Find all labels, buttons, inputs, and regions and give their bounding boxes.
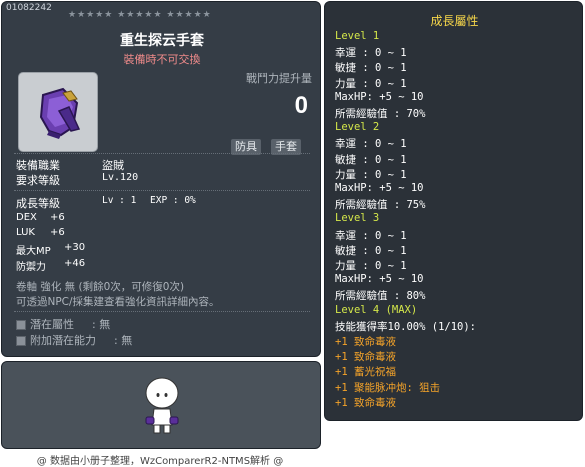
growth-stat-line: 所需經驗值 : 75% [335,199,426,212]
growth-stat-line: 技能獲得率10.00% (1/10): [335,320,477,333]
combat-power-label: 戰鬥力提升量 [246,72,312,85]
growth-level-label: 成長等級 [16,197,60,210]
additional-potential-indicator-icon [16,336,26,346]
required-job-label: 裝備職業 [16,159,60,172]
divider [14,311,310,312]
growth-skill-line: +1 蓄光祝福 [335,366,396,379]
growth-level-heading: Level 3 [335,212,380,225]
growth-skill-line: +1 致命毒液 [335,336,396,348]
character-figure-icon [145,377,179,434]
growth-stat-line: 敏捷 : 0 ~ 1 [335,244,407,257]
item-icon-frame [18,72,98,152]
stat-value: +6 [50,212,65,223]
required-level-value: Lv.120 [102,172,139,183]
growth-level-exp: EXP : 0% [150,195,196,206]
purple-glove-icon [39,87,81,139]
required-level-row: 要求等級 Lv.120 [16,172,138,188]
growth-skill-line: +1 聚能脉冲炮: 狙击 [335,381,441,394]
growth-stat-line: 所需經驗值 : 70% [335,108,426,120]
growth-stat-line: 幸運 : 0 ~ 1 [335,47,407,60]
stat-row-luk: LUK +6 [16,227,65,238]
growth-stat-line: 力量 : 0 ~ 1 [335,77,407,90]
combat-power-value: 0 [294,92,308,119]
growth-level-heading: Level 2 [335,121,380,134]
stat-name: 防禦力 [16,262,46,273]
growth-attributes-panel: 成長屬性 Level 1 幸運 : 0 ~ 1 敏捷 : 0 ~ 1 力量 : 0 ~… [324,1,583,421]
required-job-value: 盜賊 [102,159,124,172]
growth-stat-line: MaxHP: +5 ~ 10 [335,182,424,194]
potential-label: 潛在屬性 [30,318,74,331]
required-job-row: 裝備職業 盜賊 [16,157,124,173]
stat-value: +6 [50,227,65,238]
required-level-label: 要求等級 [16,174,60,187]
additional-potential-row: 附加潛在能力 : 無 [16,332,132,348]
growth-skill-line: +1 致命毒液 [335,351,396,364]
potential-row: 潛在屬性 : 無 [16,316,110,332]
growth-stat-line: MaxHP: +5 ~ 10 [335,90,424,103]
trade-restriction: 裝備時不可交換 [123,53,201,66]
divider [14,190,310,191]
stat-row-dex: DEX +6 [16,212,65,223]
growth-level-heading: Level 4 (MAX) [335,303,418,316]
growth-stat-line: 力量 : 0 ~ 1 [335,260,407,272]
stat-name: DEX [16,212,37,223]
potential-indicator-icon [16,320,26,330]
stat-row-max-mp: 最大MP +30 [16,242,85,257]
stat-name: 最大MP [16,246,51,257]
stat-row-defense: 防禦力 +46 [16,258,85,273]
stat-value: +46 [64,258,86,269]
growth-level-lv: Lv : 1 [102,195,137,206]
footer-credit: @ 数据由小册子整理，WzComparerR2-NTMS解析 @ [36,456,284,467]
growth-stat-line: 敏捷 : 0 ~ 1 [335,153,407,166]
growth-skill-line: +1 致命毒液 [335,396,396,409]
growth-level-heading: Level 1 [335,30,380,42]
item-id: 01082242 [6,3,52,13]
divider [14,153,310,154]
star-force-stars: ★★★★★ ★★★★★ ★★★★★ [68,10,212,20]
growth-stat-line: 力量 : 0 ~ 1 [335,168,407,181]
stat-name: LUK [16,227,35,238]
item-name: 重生探云手套 [120,33,204,49]
additional-potential-value: : 無 [114,334,133,347]
additional-potential-label: 附加潛在能力 [30,334,96,347]
growth-stat-line: MaxHP: +5 ~ 10 [335,273,424,286]
growth-panel-title: 成長屬性 [430,14,479,28]
enhance-hint: 可透過NPC/採集建查看強化資訊詳細內容。 [16,296,220,308]
growth-stat-line: 所需經驗值 : 80% [335,290,426,303]
growth-level-row: 成長等級 Lv : 1 EXP : 0% [16,195,196,211]
potential-value: : 無 [92,318,111,331]
growth-stat-line: 幸運 : 0 ~ 1 [335,138,407,151]
enhance-info: 卷軸 強化 無 (剩餘0次，可修復0次) [16,281,185,293]
item-tooltip-panel: 01082242 ★★★★★ ★★★★★ ★★★★★ 重生探云手套 裝備時不可交… [1,1,321,357]
growth-stat-line: 幸運 : 0 ~ 1 [335,229,407,242]
growth-stat-line: 敏捷 : 0 ~ 1 [335,62,407,75]
stat-value: +30 [64,242,86,253]
